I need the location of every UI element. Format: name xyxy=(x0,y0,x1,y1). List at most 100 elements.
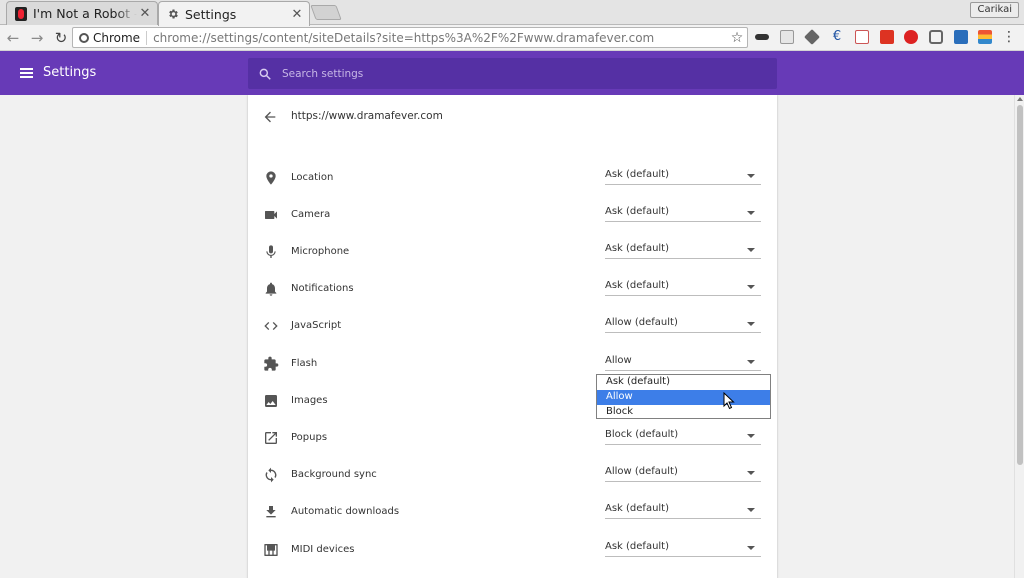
permission-label: Location xyxy=(291,172,334,183)
gear-icon xyxy=(169,9,178,19)
calendar-extension-icon[interactable] xyxy=(855,30,869,44)
permission-label: Flash xyxy=(291,358,318,369)
hamburger-menu-icon[interactable] xyxy=(20,68,33,78)
tab-robot[interactable]: I'm Not a Robot - - V ✕ xyxy=(6,1,158,25)
permission-row-location: Location Ask (default) xyxy=(248,160,777,197)
page-title: Settings xyxy=(43,65,97,80)
badge-extension-icon[interactable] xyxy=(880,30,894,44)
page-scrollbar[interactable] xyxy=(1014,95,1024,578)
settings-page: https://www.dramafever.com Location Ask (… xyxy=(0,95,1024,578)
sync-icon xyxy=(265,467,277,483)
permission-row-javascript: JavaScript Allow (default) xyxy=(248,308,777,345)
flags-extension-icon[interactable] xyxy=(978,30,992,44)
forward-button[interactable]: → xyxy=(26,27,48,49)
permission-select-value: Allow xyxy=(605,355,632,366)
dropdown-caret-icon xyxy=(747,471,755,475)
scrollbar-thumb[interactable] xyxy=(1017,105,1023,465)
dropdown-option-selected[interactable]: Allow xyxy=(597,390,770,405)
reload-button[interactable]: ↻ xyxy=(50,27,72,49)
new-tab-button[interactable] xyxy=(310,5,342,20)
permission-select[interactable]: Ask (default) xyxy=(605,501,761,519)
permission-select-value: Ask (default) xyxy=(605,243,670,254)
chrome-menu-icon[interactable]: ⋮ xyxy=(1002,28,1016,46)
dropdown-caret-icon xyxy=(747,174,755,178)
js-extension-icon[interactable] xyxy=(780,30,794,44)
dropdown-caret-icon xyxy=(747,546,755,550)
permission-select[interactable]: Allow (default) xyxy=(605,315,761,333)
download-icon xyxy=(266,506,276,518)
close-tab-icon[interactable]: ✕ xyxy=(289,7,305,22)
euro-extension-icon[interactable]: € xyxy=(830,30,844,44)
diamond-extension-icon[interactable] xyxy=(804,29,820,45)
tab-settings[interactable]: Settings ✕ xyxy=(158,1,310,26)
search-box[interactable] xyxy=(248,58,777,89)
robot-site-favicon xyxy=(15,6,27,21)
profile-button[interactable]: Carikai xyxy=(970,2,1019,18)
permission-label: Microphone xyxy=(291,246,350,257)
s-extension-icon[interactable] xyxy=(954,30,968,44)
permission-select-value: Allow (default) xyxy=(605,466,678,477)
permission-label: Popups xyxy=(291,432,328,443)
image-icon xyxy=(265,395,277,407)
permission-select-value: Ask (default) xyxy=(605,206,670,217)
tab-title: Settings xyxy=(185,6,237,22)
adblock-extension-icon[interactable] xyxy=(904,30,918,44)
code-icon xyxy=(264,322,278,330)
permission-row-popups: Popups Block (default) xyxy=(248,420,777,457)
browser-toolbar: ← → ↻ Chrome chrome://settings/content/s… xyxy=(0,25,1024,51)
back-button[interactable]: ← xyxy=(2,27,24,49)
camera-extension-icon[interactable] xyxy=(929,30,943,44)
flash-dropdown-popup: Ask (default) Allow Block xyxy=(596,374,771,419)
dropdown-option[interactable]: Ask (default) xyxy=(597,375,770,390)
permission-row-microphone: Microphone Ask (default) xyxy=(248,234,777,271)
settings-header: Settings xyxy=(0,51,1024,95)
tab-title: I'm Not a Robot - - V xyxy=(33,6,137,21)
url-text[interactable]: chrome://settings/content/siteDetails?si… xyxy=(153,31,727,45)
permission-label: Images xyxy=(291,395,328,406)
permission-label: Camera xyxy=(291,209,331,220)
scroll-up-icon[interactable] xyxy=(1017,97,1023,101)
popup-icon xyxy=(265,432,277,444)
address-bar[interactable]: Chrome chrome://settings/content/siteDet… xyxy=(72,27,748,48)
dropdown-caret-icon xyxy=(747,508,755,512)
dropdown-caret-icon xyxy=(747,434,755,438)
sunglasses-extension-icon[interactable] xyxy=(755,34,769,40)
location-pin-icon xyxy=(266,171,276,185)
bell-icon xyxy=(265,282,277,296)
dropdown-caret-icon xyxy=(747,248,755,252)
permission-label: MIDI devices xyxy=(291,544,355,555)
permission-label: Automatic downloads xyxy=(291,506,400,517)
dropdown-caret-icon xyxy=(747,360,755,364)
piano-icon xyxy=(264,544,278,556)
dropdown-caret-icon xyxy=(747,322,755,326)
permission-label: JavaScript xyxy=(291,320,342,331)
permission-select[interactable]: Allow (default) xyxy=(605,464,761,482)
microphone-icon xyxy=(266,245,276,258)
permission-row-notifications: Notifications Ask (default) xyxy=(248,271,777,308)
back-arrow-icon[interactable] xyxy=(262,109,278,125)
tab-strip: I'm Not a Robot - - V ✕ Settings ✕ Carik… xyxy=(0,0,1024,26)
permission-select[interactable]: Ask (default) xyxy=(605,204,761,222)
permission-row-midi-devices: MIDI devices Ask (default) xyxy=(248,532,777,569)
permission-select[interactable]: Ask (default) xyxy=(605,167,761,185)
permission-select[interactable]: Ask (default) xyxy=(605,539,761,557)
permission-select[interactable]: Ask (default) xyxy=(605,241,761,259)
site-url-title: https://www.dramafever.com xyxy=(291,110,443,122)
dropdown-caret-icon xyxy=(747,285,755,289)
chrome-icon xyxy=(79,32,89,43)
permission-select-value: Ask (default) xyxy=(605,503,670,514)
permission-select[interactable]: Block (default) xyxy=(605,427,761,445)
search-input[interactable] xyxy=(282,67,777,80)
site-details-card: https://www.dramafever.com Location Ask (… xyxy=(248,95,777,578)
permission-select[interactable]: Allow xyxy=(605,353,761,371)
permission-select-value: Ask (default) xyxy=(605,280,670,291)
close-tab-icon[interactable]: ✕ xyxy=(137,6,153,21)
permission-select-value: Allow (default) xyxy=(605,317,678,328)
permission-label: Notifications xyxy=(291,283,354,294)
permission-row-automatic-downloads: Automatic downloads Ask (default) xyxy=(248,494,777,531)
dropdown-option[interactable]: Block xyxy=(597,405,770,420)
bookmark-star-icon[interactable]: ☆ xyxy=(727,30,747,46)
puzzle-icon xyxy=(264,356,279,371)
permission-select-value: Block (default) xyxy=(605,429,679,440)
permission-select[interactable]: Ask (default) xyxy=(605,278,761,296)
